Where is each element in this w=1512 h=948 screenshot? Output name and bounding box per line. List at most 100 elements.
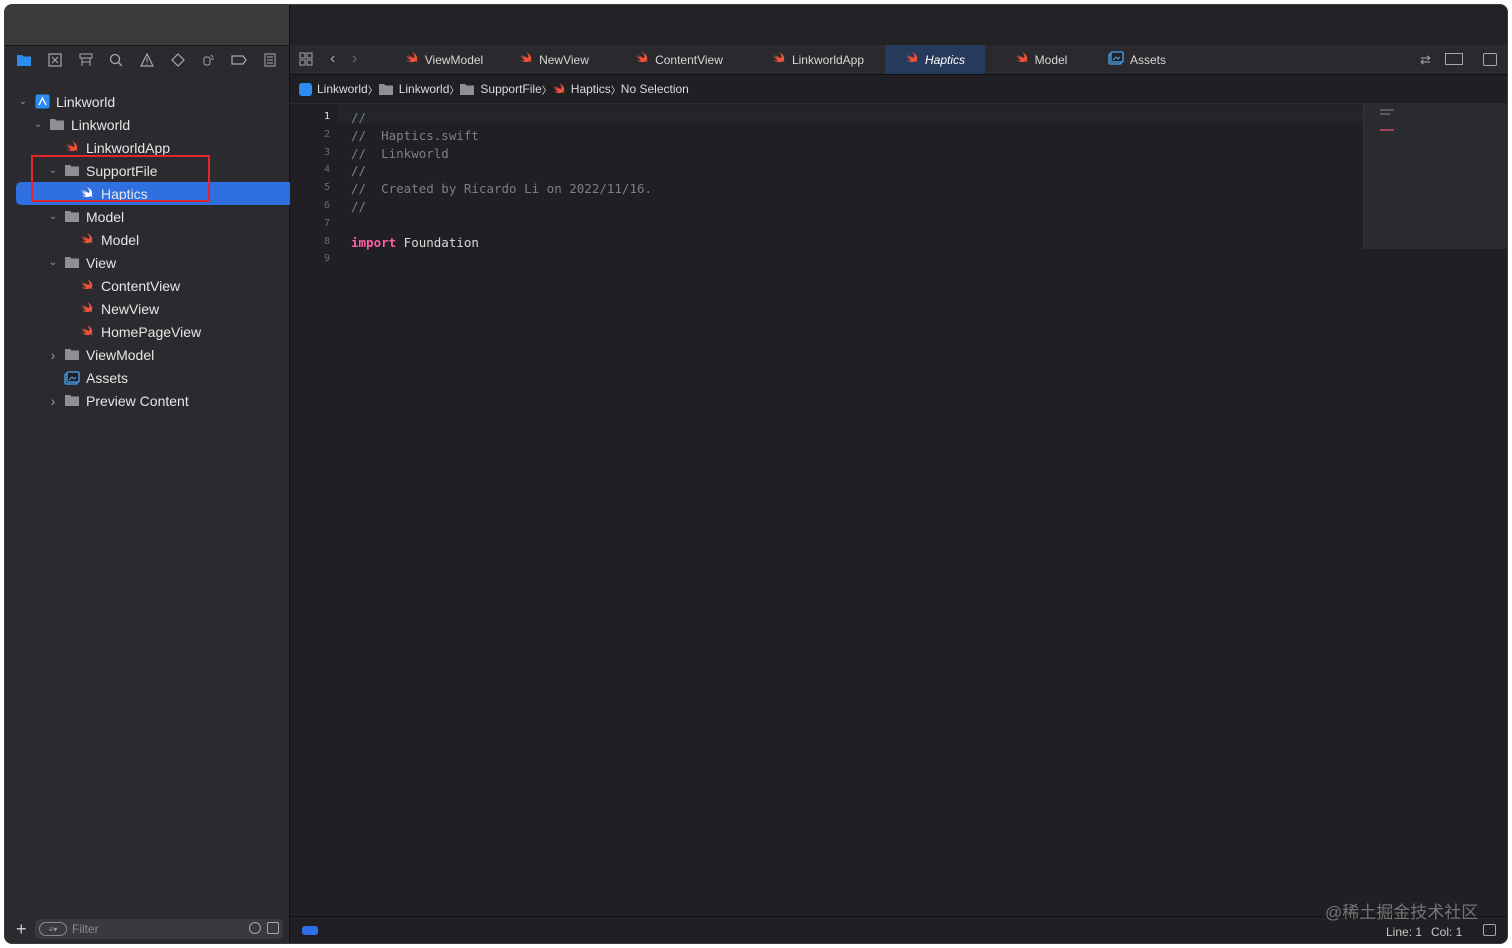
tab-model[interactable]: Model	[1001, 45, 1081, 74]
editor-area: ‹ › ViewModel NewView ContentView Linkworld…	[290, 5, 1507, 943]
folder-icon[interactable]	[14, 50, 34, 70]
chevron-down-icon[interactable]: ⌄	[17, 96, 29, 107]
line-number: 9	[323, 253, 330, 265]
line-indicator: Line: 1	[1386, 925, 1423, 939]
filter-placeholder: Filter	[72, 922, 99, 936]
grid-icon[interactable]	[299, 52, 313, 71]
test-icon[interactable]	[168, 50, 188, 70]
tree-item-label: NewView	[101, 300, 160, 317]
breadcrumb-item[interactable]: No Selection	[621, 82, 689, 96]
code-line: // Linkworld	[351, 146, 449, 161]
tab-assets[interactable]: Assets	[1097, 45, 1177, 74]
code-text: // Haptics.swift	[351, 127, 479, 143]
folder-icon	[63, 163, 81, 179]
tree-item-view[interactable]: ⌄ View	[47, 251, 116, 274]
symbol-icon[interactable]	[76, 50, 96, 70]
tree-item-preview-content[interactable]: › Preview Content	[47, 389, 189, 412]
swift-file-icon	[78, 301, 96, 317]
chevron-down-icon[interactable]: ⌄	[47, 211, 59, 222]
code-text: //	[351, 110, 367, 125]
debug-toggle-icon[interactable]	[302, 926, 318, 935]
breadcrumb-item[interactable]: Linkworld	[378, 82, 449, 96]
tab-viewmodel[interactable]: ViewModel	[382, 45, 506, 74]
add-editor-icon[interactable]	[1483, 53, 1497, 66]
tree-item-newview[interactable]: NewView	[62, 297, 159, 320]
tab-linkworldapp[interactable]: LinkworldApp	[751, 45, 885, 74]
filter-options-icon[interactable]: ≡▾	[39, 922, 67, 936]
breadcrumb-separator-icon: 〉	[367, 85, 378, 97]
tree-item-label: LinkworldApp	[86, 139, 171, 156]
swap-icon[interactable]: ⇄	[1420, 52, 1431, 68]
code-line: // Haptics.swift	[351, 128, 479, 143]
tree-item-homepageview[interactable]: HomePageView	[62, 320, 201, 343]
search-icon[interactable]	[106, 50, 126, 70]
tree-item-supportfile[interactable]: ⌄ SupportFile	[47, 159, 158, 182]
tab-label: Model	[1034, 52, 1068, 67]
tab-haptics[interactable]: Haptics	[885, 45, 985, 74]
breadcrumb-separator-icon: 〉	[541, 85, 552, 97]
tab-contentview[interactable]: ContentView	[617, 45, 741, 74]
tree-item-linkworld[interactable]: ⌄ Linkworld	[17, 90, 115, 113]
editor-options-icon[interactable]	[1445, 53, 1463, 65]
tree-item-label: View	[86, 254, 117, 271]
breadcrumb-label: Haptics	[570, 82, 611, 96]
swift-file-icon	[1015, 51, 1029, 68]
watermark: @稀土掘金技术社区	[1325, 903, 1479, 922]
tab-label: NewView	[539, 52, 589, 67]
swift-file-icon	[78, 278, 96, 294]
current-line-highlight	[338, 105, 1363, 123]
code-line: // Created by Ricardo Li on 2022/11/16.	[351, 181, 652, 196]
forward-chevron-icon[interactable]: ›	[352, 50, 357, 68]
back-chevron-icon[interactable]: ‹	[330, 50, 335, 68]
tree-item-label: SupportFile	[86, 162, 158, 179]
breadcrumb-item[interactable]: Linkworld	[317, 82, 368, 96]
breadcrumb-item[interactable]: SupportFile	[459, 82, 542, 96]
recent-files-icon[interactable]	[249, 922, 261, 934]
tab-label: LinkworldApp	[791, 52, 865, 67]
tree-item-linkworld[interactable]: ⌄ Linkworld	[32, 113, 130, 136]
chevron-right-icon[interactable]: ›	[47, 393, 59, 409]
keyword: import	[351, 234, 397, 250]
add-icon[interactable]: +	[16, 919, 27, 939]
tree-item-linkworldapp[interactable]: LinkworldApp	[47, 136, 170, 159]
filter-field[interactable]: ≡▾ Filter	[35, 919, 283, 939]
chevron-down-icon[interactable]: ⌄	[47, 257, 59, 268]
tab-label: ContentView	[655, 52, 723, 67]
tab-newview[interactable]: NewView	[501, 45, 607, 74]
tree-item-label: ViewModel	[86, 346, 155, 363]
tree-item-label: Model	[101, 231, 140, 248]
breadcrumb-label: Linkworld	[317, 82, 368, 96]
debug-icon[interactable]	[198, 50, 218, 70]
code-line: //	[351, 163, 366, 178]
tab-bar: ‹ › ViewModel NewView ContentView Linkworld…	[290, 45, 1507, 75]
line-number: 6	[323, 200, 330, 211]
breadcrumb-label: SupportFile	[480, 82, 542, 96]
tree-item-model[interactable]: Model	[62, 228, 139, 251]
breadcrumb-item[interactable]: Haptics	[552, 82, 611, 96]
tree-item-label: Linkworld	[56, 93, 116, 110]
chevron-right-icon[interactable]: ›	[47, 347, 59, 363]
tree-item-model[interactable]: ⌄ Model	[47, 205, 124, 228]
source-control-icon[interactable]	[45, 50, 65, 70]
scm-filter-icon[interactable]	[267, 922, 279, 934]
minimap[interactable]	[1363, 103, 1507, 249]
tree-item-assets[interactable]: Assets	[47, 366, 128, 389]
tree-item-label: Assets	[86, 369, 129, 386]
code-line: //	[351, 110, 366, 125]
chevron-down-icon[interactable]: ⌄	[47, 165, 59, 176]
tree-item-label: Preview Content	[86, 392, 189, 409]
folder-icon	[48, 117, 66, 133]
chevron-down-icon[interactable]: ⌄	[32, 119, 44, 130]
tree-item-viewmodel[interactable]: › ViewModel	[47, 343, 155, 366]
tree-item-contentview[interactable]: ContentView	[62, 274, 180, 297]
swift-file-icon	[78, 324, 96, 340]
swift-file-icon	[405, 51, 419, 68]
tree-item-haptics[interactable]: Haptics	[16, 182, 324, 205]
swift-file-icon	[78, 232, 96, 248]
debug-area-icon[interactable]	[1483, 924, 1496, 936]
warning-icon[interactable]	[137, 50, 157, 70]
breakpoint-icon[interactable]	[229, 50, 249, 70]
tab-label: Assets	[1129, 52, 1166, 67]
report-icon[interactable]	[260, 50, 280, 70]
asset-catalog-icon	[63, 370, 81, 386]
